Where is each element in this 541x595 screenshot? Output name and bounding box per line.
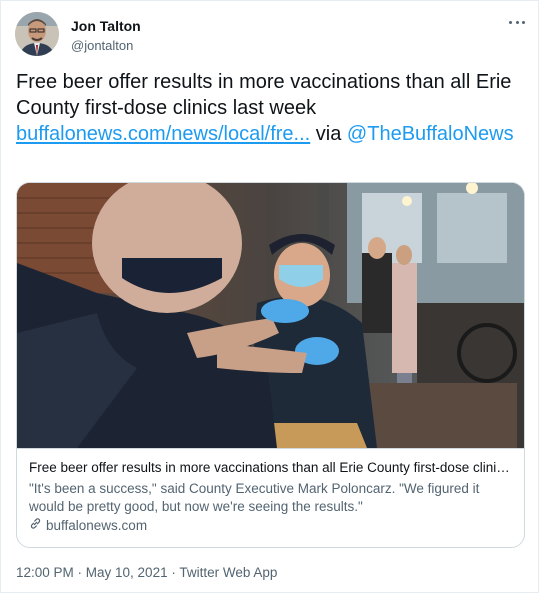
tweet-timestamp[interactable]: 12:00 PM · May 10, 2021 · Twitter Web Ap… [16, 564, 277, 582]
tweet-card: Jon Talton @jontalton Free beer offer re… [0, 0, 539, 593]
card-body: Free beer offer results in more vaccinat… [29, 459, 515, 535]
link-icon [29, 517, 42, 535]
tweet-via-text: via [315, 123, 342, 145]
tweet-mention-link[interactable]: @TheBuffaloNews [347, 123, 514, 145]
more-options-icon[interactable] [507, 14, 527, 30]
tweet-text: Free beer offer results in more vaccinat… [16, 69, 526, 147]
author-display-name[interactable]: Jon Talton [71, 18, 141, 35]
card-title[interactable]: Free beer offer results in more vaccinat… [29, 459, 515, 477]
author-handle[interactable]: @jontalton [71, 37, 141, 54]
card-description: "It's been a success," said County Execu… [29, 481, 480, 514]
tweet-header: Jon Talton @jontalton [15, 12, 527, 60]
tweet-link[interactable]: buffalonews.com/news/local/fre... [16, 123, 310, 145]
tweet-body-text: Free beer offer results in more vaccinat… [16, 71, 512, 119]
author-info: Jon Talton @jontalton [71, 18, 141, 54]
link-preview-card[interactable]: Free beer offer results in more vaccinat… [16, 182, 525, 548]
card-domain: buffalonews.com [46, 518, 148, 533]
card-domain-row: buffalonews.com [29, 517, 515, 535]
avatar[interactable] [15, 12, 59, 56]
card-image[interactable] [17, 183, 524, 449]
